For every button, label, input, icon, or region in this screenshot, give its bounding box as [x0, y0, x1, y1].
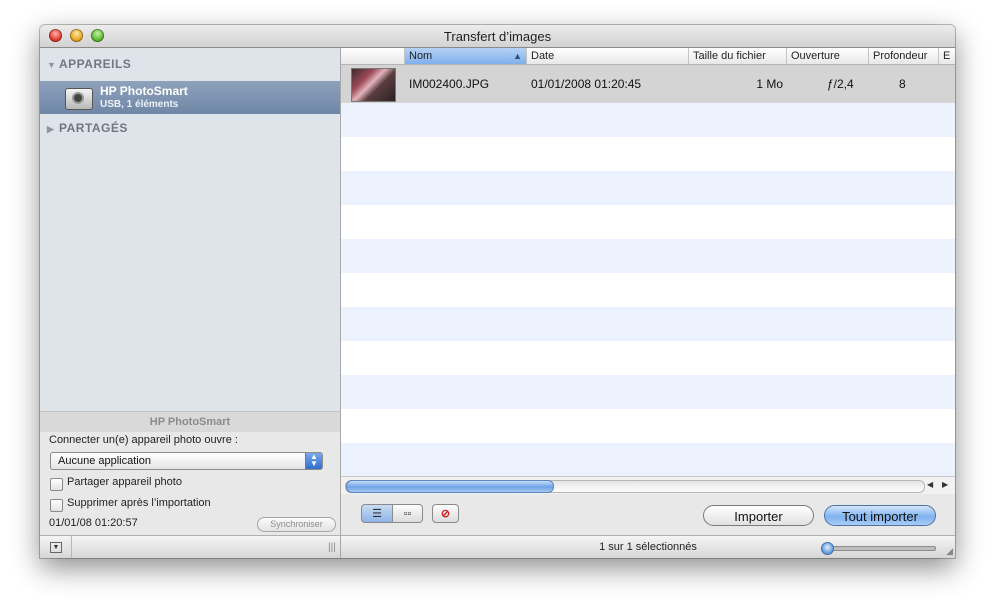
- image-thumbnail: [351, 68, 396, 102]
- window-title: Transfert d’images: [443, 29, 552, 44]
- column-header-file-size[interactable]: Taille du fichier: [689, 48, 787, 64]
- column-header-name[interactable]: Nom ▲: [405, 48, 527, 64]
- empty-row: [341, 205, 955, 239]
- grid-view-icon[interactable]: ▫▫: [393, 504, 423, 523]
- bottom-toolbar: ☰ ▫▫ ⊘ Importer Tout importer: [341, 494, 955, 535]
- select-arrows-icon: ▲ ▼: [305, 453, 322, 469]
- column-header-date[interactable]: Date: [527, 48, 689, 64]
- share-camera-checkbox[interactable]: [50, 478, 63, 491]
- device-settings-panel: HP PhotoSmart Connecter un(e) appareil p…: [40, 411, 341, 536]
- import-button[interactable]: Importer: [703, 505, 814, 526]
- table-header: Nom ▲ Date Taille du fichier Ouverture Pr…: [341, 48, 955, 65]
- scroll-thumb[interactable]: [346, 480, 554, 493]
- application-select-value: Aucune application: [58, 455, 151, 467]
- action-menu-icon[interactable]: ▼: [50, 542, 62, 553]
- slider-knob[interactable]: [821, 542, 834, 555]
- sidebar: ▼ APPAREILS HP PhotoSmart USB, 1 éléments…: [40, 48, 341, 411]
- delete-after-import-label: Supprimer après l’importation: [67, 497, 211, 509]
- device-datetime: 01/01/08 01:20:57: [49, 517, 138, 529]
- device-name: HP PhotoSmart: [100, 84, 188, 98]
- cell-size: 1 Mo: [756, 77, 783, 91]
- device-panel-title: HP PhotoSmart: [40, 412, 340, 432]
- synchronize-button[interactable]: Synchroniser: [257, 517, 336, 532]
- footer-divider: [71, 536, 72, 558]
- delete-icon[interactable]: ⊘: [432, 504, 459, 523]
- horizontal-scrollbar[interactable]: ◀ ▶: [341, 476, 955, 494]
- table-row[interactable]: IM002400.JPG 01/01/2008 01:20:45 1 Mo ƒ/…: [341, 65, 955, 103]
- cell-aperture: ƒ/2,4: [827, 77, 854, 91]
- window-resize-grip[interactable]: ◢: [946, 546, 953, 557]
- disclosure-closed-icon[interactable]: ▶: [47, 124, 59, 135]
- device-subtitle: USB, 1 éléments: [100, 99, 179, 110]
- empty-row: [341, 409, 955, 443]
- sort-ascending-icon: ▲: [513, 51, 522, 61]
- section-devices[interactable]: ▼ APPAREILS: [47, 57, 131, 71]
- split-resize-handle[interactable]: |||: [328, 542, 336, 553]
- devices-header: APPAREILS: [59, 57, 132, 71]
- image-capture-window: Transfert d’images ▼ APPAREILS HP PhotoSm…: [40, 25, 955, 558]
- application-select[interactable]: Aucune application ▲ ▼: [50, 452, 323, 470]
- import-all-button[interactable]: Tout importer: [824, 505, 936, 526]
- disclosure-open-icon[interactable]: ▼: [47, 60, 59, 70]
- shared-header: PARTAGÉS: [59, 121, 128, 135]
- file-table: Nom ▲ Date Taille du fichier Ouverture Pr…: [341, 48, 955, 488]
- column-header-thumbnail[interactable]: [341, 48, 405, 64]
- column-header-truncated[interactable]: E: [939, 48, 955, 64]
- empty-row: [341, 171, 955, 205]
- scroll-arrows: ◀ ▶: [921, 479, 955, 492]
- empty-row: [341, 307, 955, 341]
- thumbnail-size-slider[interactable]: [821, 542, 936, 555]
- column-header-depth[interactable]: Profondeur: [869, 48, 939, 64]
- empty-row: [341, 375, 955, 409]
- status-bar: 1 sur 1 sélectionnés ◢: [341, 535, 955, 558]
- delete-after-import-checkbox[interactable]: [50, 499, 63, 512]
- empty-row: [341, 239, 955, 273]
- connect-label: Connecter un(e) appareil photo ouvre :: [49, 434, 238, 446]
- cell-name: IM002400.JPG: [409, 77, 490, 91]
- share-camera-label: Partager appareil photo: [67, 476, 182, 488]
- list-view-icon[interactable]: ☰: [361, 504, 393, 523]
- cell-date: 01/01/2008 01:20:45: [531, 77, 642, 91]
- empty-row: [341, 443, 955, 477]
- sidebar-item-hp-photosmart[interactable]: HP PhotoSmart USB, 1 éléments: [40, 81, 340, 114]
- empty-row: [341, 273, 955, 307]
- empty-row: [341, 103, 955, 137]
- column-header-aperture[interactable]: Ouverture: [787, 48, 869, 64]
- camera-icon: [65, 88, 93, 110]
- section-shared[interactable]: ▶ PARTAGÉS: [47, 121, 128, 135]
- empty-row: [341, 341, 955, 375]
- sidebar-footer: ▼ |||: [40, 535, 341, 558]
- title-bar[interactable]: Transfert d’images: [40, 25, 955, 48]
- cell-depth: 8: [899, 77, 906, 91]
- scroll-right-icon[interactable]: ▶: [942, 480, 948, 489]
- empty-row: [341, 137, 955, 171]
- scroll-left-icon[interactable]: ◀: [927, 480, 933, 489]
